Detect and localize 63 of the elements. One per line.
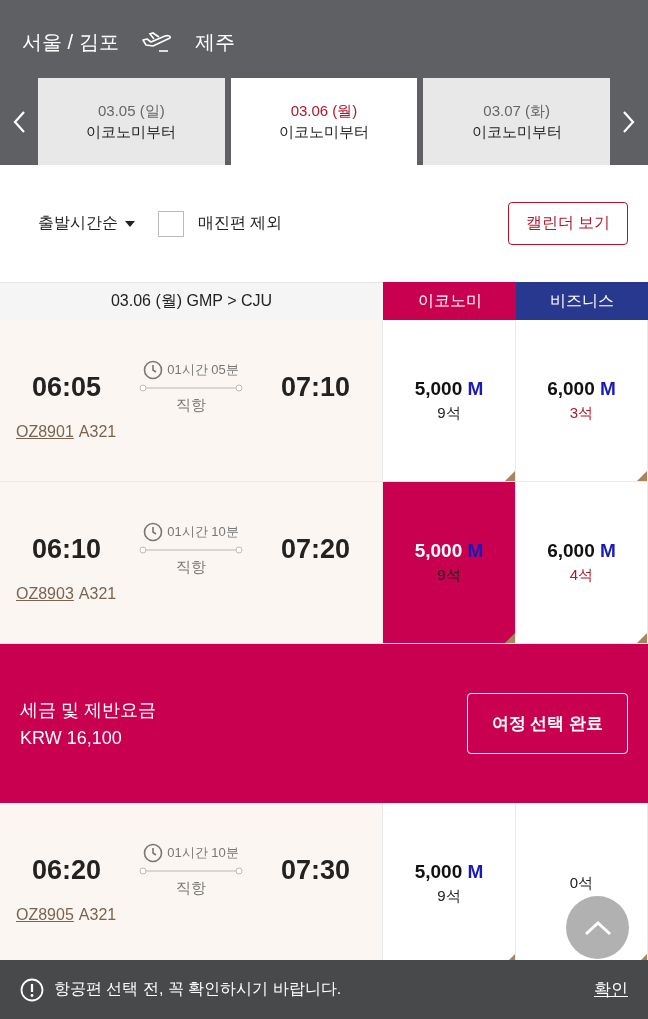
aircraft-type: A321 (78, 906, 117, 924)
departure-time: 06:20 (32, 855, 102, 886)
flight-number-link[interactable]: OZ8905 (16, 906, 74, 924)
aircraft-type: A321 (78, 423, 117, 441)
seat-count: 3석 (569, 404, 594, 423)
confirm-link[interactable]: 확인 (594, 978, 628, 1001)
seat-count: 9석 (437, 404, 461, 423)
departure-time: 06:10 (32, 534, 102, 565)
route-line-icon (139, 384, 243, 392)
aircraft-type: A321 (78, 585, 117, 603)
airplane-icon (140, 31, 173, 53)
corner-icon (637, 633, 647, 643)
date-tab[interactable]: 03.06 (월) 이코노미부터 (230, 78, 418, 165)
chevron-right-icon (622, 109, 636, 134)
route-header: 03.06 (월) GMP > CJU (0, 282, 383, 320)
seat-count: 0석 (569, 874, 594, 893)
duration: 01시간 10분 (167, 844, 239, 862)
tax-amount: KRW 16,100 (20, 728, 123, 749)
departure-time: 06:05 (32, 372, 102, 403)
tax-label: 세금 및 제반요금 (20, 699, 156, 722)
clock-icon (143, 360, 164, 380)
fare-price: 6,000 M (547, 378, 616, 400)
date-tab[interactable]: 03.07 (화) 이코노미부터 (423, 78, 610, 165)
caret-icon (124, 219, 136, 228)
arrival-time: 07:10 (280, 372, 350, 403)
flight-number-link[interactable]: OZ8903 (16, 585, 74, 603)
notice-text: 항공편 선택 전, 꼭 확인하시기 바랍니다. (54, 979, 342, 999)
fare-price: 6,000 M (547, 540, 616, 562)
arrival-time: 07:20 (280, 534, 350, 565)
duration: 01시간 05분 (167, 361, 239, 379)
checkbox[interactable] (158, 210, 184, 237)
cabin-header: 비즈니스 (516, 282, 648, 320)
arrival-time: 07:30 (280, 855, 350, 886)
date-tab[interactable]: 03.05 (일) 이코노미부터 (38, 78, 225, 165)
corner-icon (505, 633, 515, 643)
corner-icon (505, 471, 515, 481)
origin-city: 서울 / 김포 (22, 29, 119, 55)
fare-cell[interactable]: 5,000 M 9석 (383, 482, 516, 643)
corner-icon (637, 471, 647, 481)
duration: 01시간 10분 (167, 523, 239, 541)
checkbox-label: 매진편 제외 (198, 213, 283, 233)
route-line-icon (139, 867, 243, 875)
destination-city: 제주 (194, 29, 235, 55)
clock-icon (143, 843, 164, 863)
seat-count: 4석 (569, 566, 594, 585)
chevron-left-icon (12, 109, 26, 134)
stops-label: 직항 (176, 879, 206, 898)
route-line-icon (139, 546, 243, 554)
complete-selection-button[interactable]: 여정 선택 완료 (466, 693, 628, 754)
stops-label: 직항 (176, 558, 206, 577)
calendar-button[interactable]: 캘린더 보기 (507, 202, 628, 245)
chevron-up-icon (582, 918, 613, 937)
cabin-header: 이코노미 (383, 282, 516, 320)
clock-icon (143, 522, 164, 542)
flight-number-link[interactable]: OZ8901 (16, 423, 74, 441)
sort-dropdown[interactable]: 출발시간순 (38, 213, 136, 234)
fare-price: 5,000 M (414, 540, 484, 562)
stops-label: 직항 (176, 396, 206, 415)
seat-count: 9석 (437, 566, 461, 585)
warning-icon (20, 977, 44, 1002)
fare-price: 5,000 M (414, 861, 484, 883)
seat-count: 9석 (437, 887, 461, 906)
fare-price: 5,000 M (414, 378, 484, 400)
